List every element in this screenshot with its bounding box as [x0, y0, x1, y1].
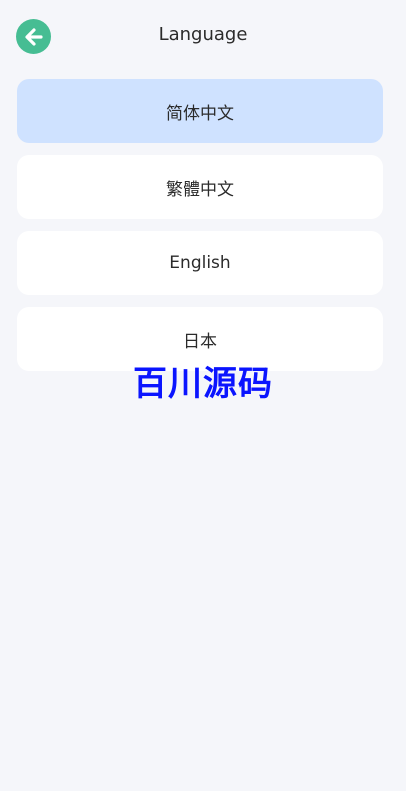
page-title: Language — [158, 24, 248, 45]
language-option-traditional-chinese[interactable]: 繁體中文 — [17, 155, 383, 219]
language-option-label: 繁體中文 — [166, 179, 234, 200]
language-option-label: 日本 — [183, 331, 217, 352]
watermark-text: 百川源码 — [133, 364, 273, 404]
language-option-label: English — [169, 253, 231, 273]
language-option-label: 简体中文 — [166, 103, 234, 124]
header: Language — [0, 0, 406, 72]
language-list: 简体中文 繁體中文 English 日本 — [17, 79, 383, 383]
language-option-english[interactable]: English — [17, 231, 383, 295]
language-option-simplified-chinese[interactable]: 简体中文 — [17, 79, 383, 143]
